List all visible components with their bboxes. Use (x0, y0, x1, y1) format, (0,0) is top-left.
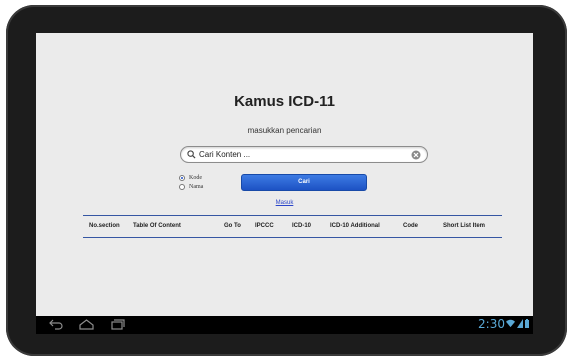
nama-label: Nama (189, 183, 204, 190)
nama-radio[interactable] (179, 183, 185, 190)
column-header: No.section (89, 223, 120, 229)
masuk-link-row: Masuk (36, 200, 533, 206)
search-box[interactable] (180, 146, 428, 163)
page-title: Kamus ICD-11 (234, 93, 335, 110)
column-header: ICD-10 (292, 223, 312, 229)
option-nama[interactable]: Nama (179, 182, 203, 191)
wifi-icon (506, 319, 515, 328)
page-subtitle: masukkan pencarian (247, 126, 322, 135)
status-clock: 2:30 (478, 317, 505, 331)
home-icon[interactable] (79, 319, 94, 330)
search-type-options: Kode Nama (179, 173, 203, 191)
column-header: Short List Item (443, 223, 486, 229)
column-header: IPCCC (255, 223, 274, 229)
kode-radio[interactable] (179, 174, 185, 181)
recent-apps-icon[interactable] (111, 319, 125, 330)
masuk-link[interactable]: Masuk (276, 200, 294, 206)
search-icon (187, 150, 196, 159)
search-input[interactable] (199, 148, 404, 161)
back-icon[interactable] (49, 319, 63, 330)
signal-icon (517, 319, 523, 328)
app-screen: Kamus ICD-11 masukkan pencarian Kode Nam… (36, 33, 533, 318)
results-table-header: No.section Table Of Content Go To IPCCC … (83, 215, 502, 238)
column-header: Table Of Content (133, 223, 181, 229)
battery-icon (525, 319, 529, 328)
kode-label: Kode (189, 174, 202, 181)
column-header: Code (403, 223, 418, 229)
column-header: ICD-10 Additional (330, 223, 380, 229)
system-nav-bar: 2:30 (36, 316, 533, 334)
column-header: Go To (224, 223, 241, 229)
status-icons (506, 319, 529, 328)
cari-button[interactable]: Cari (241, 174, 367, 191)
clear-search-icon[interactable] (411, 150, 421, 160)
option-kode[interactable]: Kode (179, 173, 203, 182)
